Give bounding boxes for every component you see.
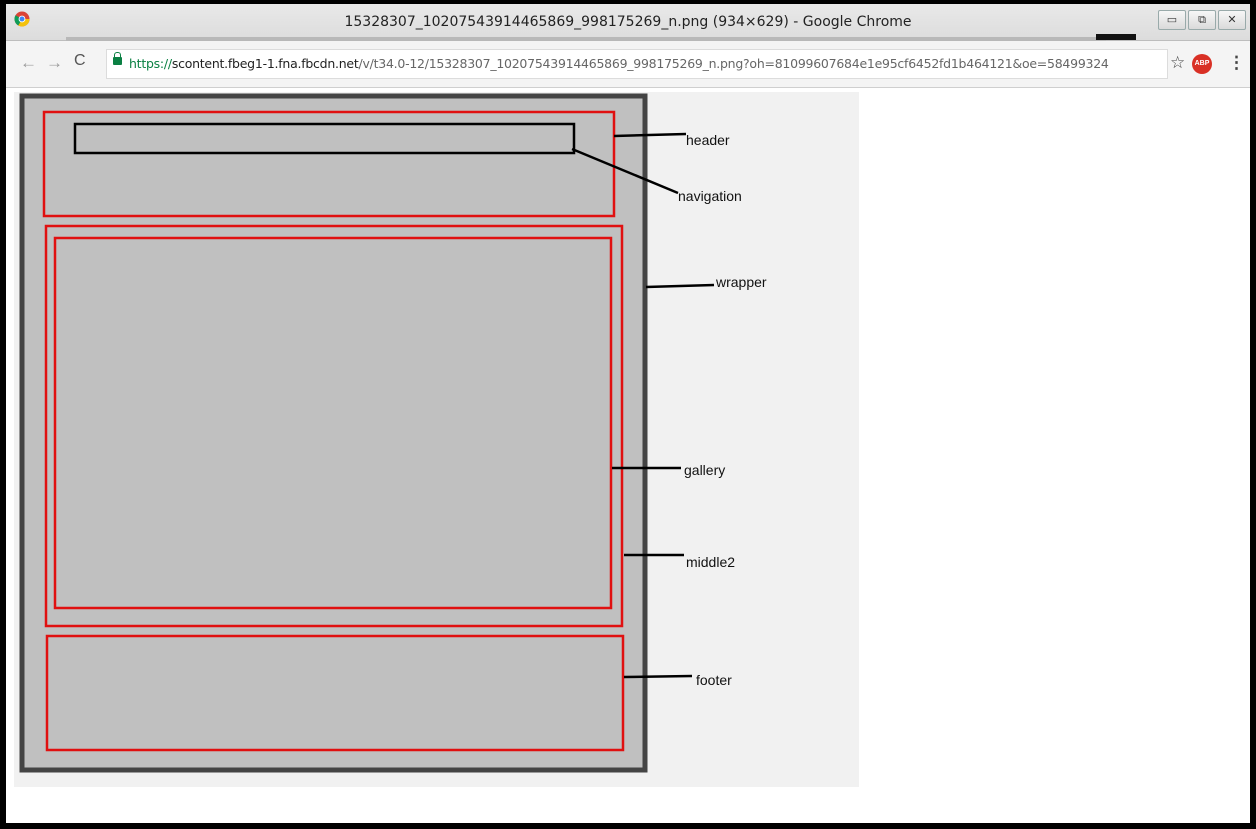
forward-button[interactable]: → — [46, 53, 63, 73]
wrapper-connector — [645, 283, 715, 289]
close-button[interactable]: ✕ — [1218, 10, 1246, 30]
lock-icon — [113, 52, 122, 65]
wrapper-box — [19, 93, 648, 773]
header-label: header — [686, 132, 730, 148]
title-bar: 15328307_10207543914465869_998175269_n.p… — [6, 4, 1250, 41]
address-bar[interactable]: https://scontent.fbeg1-1.fna.fbcdn.net/v… — [106, 49, 1168, 79]
back-button[interactable]: ← — [20, 53, 37, 73]
footer-label: footer — [696, 672, 732, 688]
browser-toolbar: ← → C https://scontent.fbeg1-1.fna.fbcdn… — [6, 41, 1250, 88]
reload-button[interactable]: C — [74, 52, 86, 70]
navigation-label: navigation — [678, 188, 742, 204]
window-title: 15328307_10207543914465869_998175269_n.p… — [344, 14, 912, 30]
gallery-label: gallery — [684, 462, 726, 478]
page-viewport: header navigation wrapper gallery middle… — [6, 88, 1250, 823]
url-text: https://scontent.fbeg1-1.fna.fbcdn.net/v… — [129, 56, 1109, 71]
layout-diagram-image: header navigation wrapper gallery middle… — [14, 92, 859, 787]
wrapper-label: wrapper — [716, 274, 767, 290]
bookmark-star-icon[interactable]: ☆ — [1170, 53, 1185, 73]
window-controls: ▭ ⧉ ✕ — [1158, 10, 1246, 30]
browser-window: 15328307_10207543914465869_998175269_n.p… — [6, 4, 1250, 823]
restore-button[interactable]: ⧉ — [1188, 10, 1216, 30]
middle2-label: middle2 — [686, 554, 736, 570]
footer-connector — [623, 674, 693, 679]
adblock-plus-icon[interactable]: ABP — [1192, 54, 1212, 74]
minimize-button[interactable]: ▭ — [1158, 10, 1186, 30]
menu-icon[interactable]: ⋮ — [1228, 53, 1245, 73]
